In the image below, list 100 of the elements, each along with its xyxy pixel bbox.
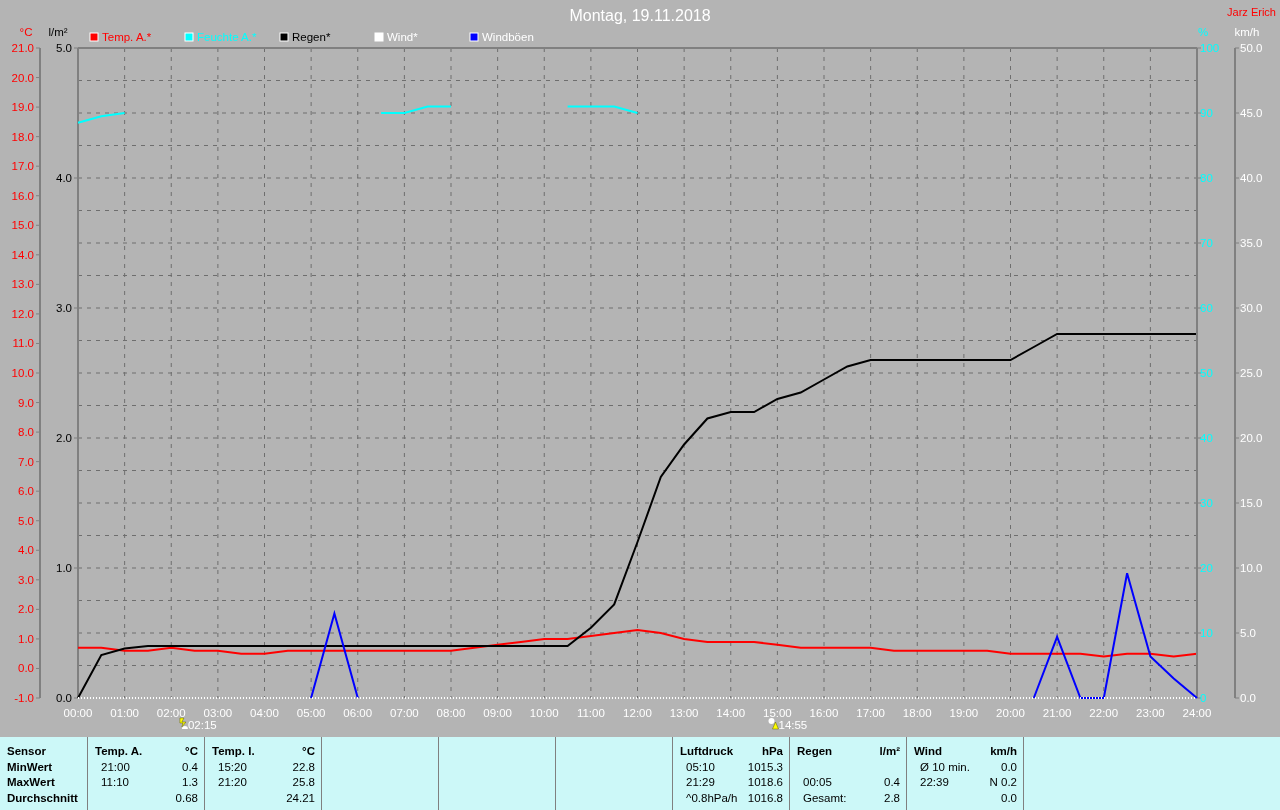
axis-tick-label: 03:00 (203, 707, 233, 719)
axis-tick-label: 3.0 (18, 573, 34, 586)
axis-tick-label: 09:00 (483, 707, 512, 719)
axis-tick-label: 11.0 (12, 337, 34, 350)
axis-tick-label: 00:00 (63, 707, 93, 719)
author-label: Jarz Erich (1227, 6, 1276, 18)
axis-tick-label: 4.0 (18, 544, 34, 557)
unit-label: °C (302, 744, 315, 759)
row-label: MinWert (7, 759, 54, 775)
axis-tick-label: 30 (1200, 497, 1213, 509)
axis-tick-label: 70 (1200, 237, 1213, 249)
axis-tick-label: 5.0 (1240, 627, 1256, 639)
table-cell: 1015.3 (747, 759, 783, 775)
event-time: 14:55 (778, 719, 808, 731)
table-cell: 0.0 (1001, 759, 1017, 775)
axis-unit-label: l/m² (48, 26, 68, 38)
axis-tick-label: 10 (1200, 627, 1213, 639)
axis-tick-label: 19.0 (11, 101, 34, 114)
axis-tick-label: 17:00 (856, 707, 885, 719)
axis-tick-label: 14.0 (11, 248, 34, 261)
axis-unit-label: km/h (1234, 26, 1260, 38)
column-header: Wind (914, 744, 942, 759)
axis-tick-label: 100 (1200, 42, 1220, 54)
axis-tick-label: 14:00 (716, 707, 746, 719)
axis-tick-label: 2.0 (56, 432, 72, 444)
legend-label: Temp. A.* (102, 31, 152, 43)
table-cell: 0.0 (1001, 790, 1017, 806)
axis-tick-label: 40.0 (1240, 172, 1263, 184)
axis-tick-label: 30.0 (1240, 302, 1263, 314)
row-label: Durchschnitt (7, 790, 79, 806)
axis-tick-label: 24:00 (1182, 707, 1212, 719)
axis-tick-label: 04:00 (250, 707, 279, 719)
legend-label: Windböen (482, 31, 534, 43)
axis-tick-label: 35.0 (1240, 237, 1263, 249)
column-header: Regen (797, 744, 833, 759)
axis-tick-label: 3.0 (56, 302, 72, 314)
axis-tick-label: 5.0 (56, 42, 72, 54)
table-cell-text: 21:20 (217, 775, 247, 790)
axis-tick-label: 21:00 (1042, 707, 1072, 719)
axis-tick-label: 05:00 (296, 707, 326, 719)
axis-tick-label: 20.0 (11, 71, 34, 84)
axis-tick-label: 10:00 (529, 707, 559, 719)
axis-tick-label: 4.0 (56, 172, 72, 184)
axis-tick-label: 20:00 (996, 707, 1025, 719)
axis-tick-label: 11:00 (576, 707, 605, 719)
axis-tick-label: 02:00 (156, 707, 186, 719)
axis-tick-label: 13:00 (669, 707, 699, 719)
axis-tick-label: 1.0 (56, 562, 72, 574)
axis-tick-label: 25.0 (1240, 367, 1263, 379)
axis-tick-label: 15.0 (1240, 497, 1263, 509)
table-cell-text: Ø 10 min. (919, 759, 970, 775)
axis-tick-label: 6.0 (18, 485, 34, 498)
axis-tick-label: 50 (1200, 367, 1213, 379)
table-cell-text: 11:10 (100, 775, 129, 790)
axis-tick-label: 23:00 (1136, 707, 1165, 719)
unit-label: °C (185, 744, 198, 759)
table-cell: 2.8 (884, 790, 900, 806)
axis-tick-label: 17.0 (11, 160, 34, 173)
axis-tick-label: 60 (1200, 302, 1213, 314)
table-cell-text: 21:00 (100, 759, 130, 775)
table-cell-text: ^0.8hPa/h (685, 790, 738, 806)
legend-label: Wind* (387, 31, 418, 43)
axis-tick-label: 10.0 (11, 367, 34, 379)
axis-tick-label: 10.0 (1240, 562, 1263, 574)
table-cell-text: 21:29 (685, 775, 715, 790)
unit-label: hPa (761, 744, 783, 759)
table-cell-text: 25.8 (292, 775, 315, 790)
axis-tick-label: 22:00 (1089, 707, 1119, 719)
table-cell-text: 1.3 (182, 775, 198, 790)
axis-tick-label: 8.0 (18, 426, 34, 439)
axis-tick-label: 16:00 (809, 707, 839, 719)
axis-unit-label: % (1197, 26, 1209, 38)
axis-tick-label: 1.0 (18, 632, 34, 645)
table-cell-text: 15:20 (217, 759, 247, 775)
legend-label: Feuchte A.* (197, 31, 257, 43)
axis-tick-label: 0.0 (56, 692, 72, 704)
table-cell-text: 1018.6 (747, 775, 783, 790)
axis-tick-label: 40 (1200, 432, 1213, 444)
axis-tick-label: 21.0 (11, 42, 34, 54)
legend-label: Regen* (292, 31, 331, 43)
unit-label: l/m² (879, 744, 900, 759)
axis-tick-label: 12:00 (623, 707, 652, 719)
row-label: MaxWert (7, 775, 56, 790)
table-cell: 0.4 (182, 759, 198, 775)
axis-tick-label: 18:00 (902, 707, 932, 719)
axis-tick-label: 15:00 (763, 707, 792, 719)
table-cell: 24.21 (286, 790, 315, 806)
table-cell-text: 05:10 (685, 759, 715, 775)
axis-tick-label: 7.0 (18, 455, 34, 468)
column-header: Temp. I. (212, 744, 255, 759)
axis-tick-label: 20 (1200, 562, 1213, 574)
axis-tick-label: -1.0 (14, 692, 34, 704)
axis-tick-label: 0.0 (1240, 692, 1256, 704)
unit-label: km/h (990, 744, 1017, 759)
table-cell: 0.68 (175, 790, 198, 806)
axis-tick-label: 2.0 (18, 603, 34, 616)
column-header: Temp. A. (95, 744, 143, 759)
axis-tick-label: 0.0 (18, 662, 34, 675)
axis-unit-label: °C (19, 26, 33, 38)
table-cell-text: 00:05 (802, 775, 832, 790)
